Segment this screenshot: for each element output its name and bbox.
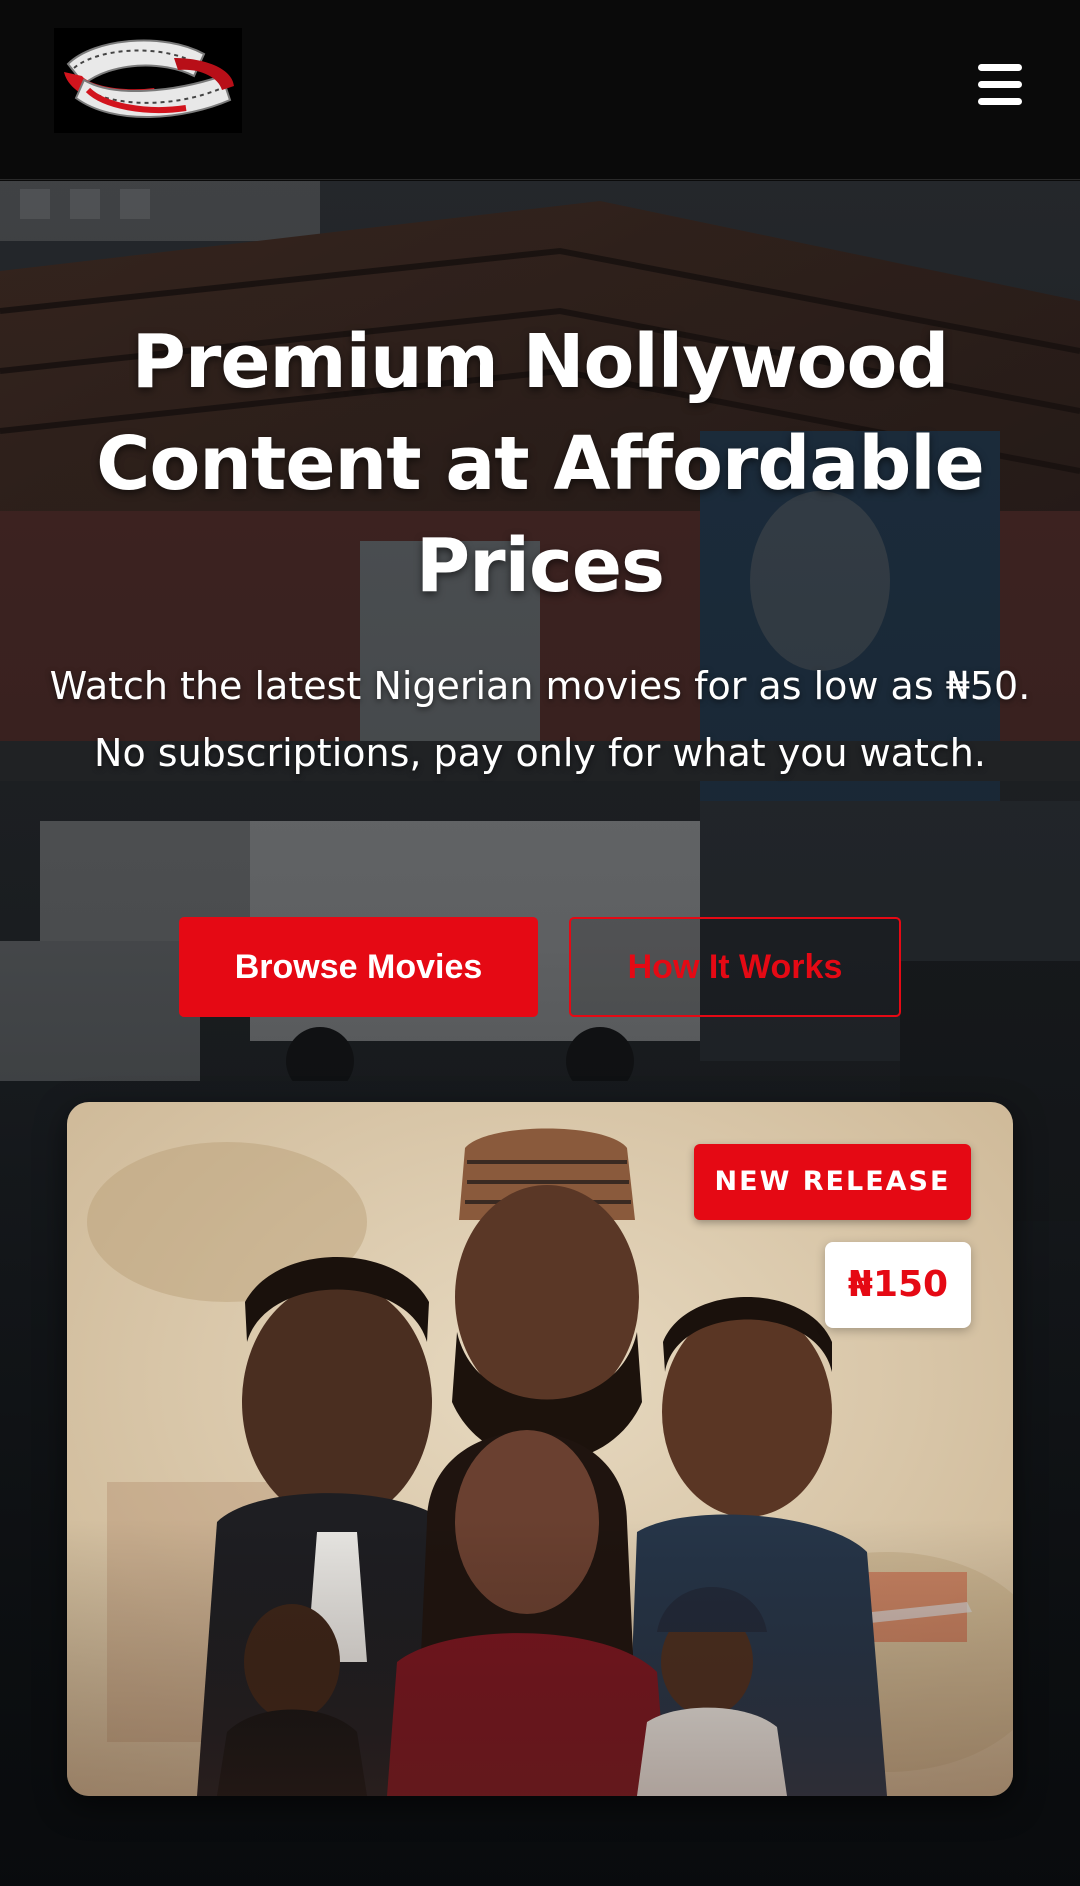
hero-subtitle: Watch the latest Nigerian movies for as …	[49, 664, 1031, 775]
film-reel-logo-graphic	[54, 28, 242, 133]
hero-title: Premium Nollywood Content at Affordable …	[96, 319, 985, 609]
featured-movie-card[interactable]: NEW RELEASE ₦150	[67, 1102, 1013, 1796]
how-it-works-button[interactable]: How It Works	[569, 917, 901, 1017]
site-header	[0, 0, 1080, 180]
film-reel-logo[interactable]	[54, 28, 242, 133]
hero-section: Premium Nollywood Content at Affordable …	[0, 181, 1080, 1886]
price-badge: ₦150	[825, 1242, 971, 1328]
new-release-badge: NEW RELEASE	[694, 1144, 971, 1220]
browse-movies-button[interactable]: Browse Movies	[179, 917, 538, 1017]
hamburger-menu-icon[interactable]	[974, 62, 1026, 108]
